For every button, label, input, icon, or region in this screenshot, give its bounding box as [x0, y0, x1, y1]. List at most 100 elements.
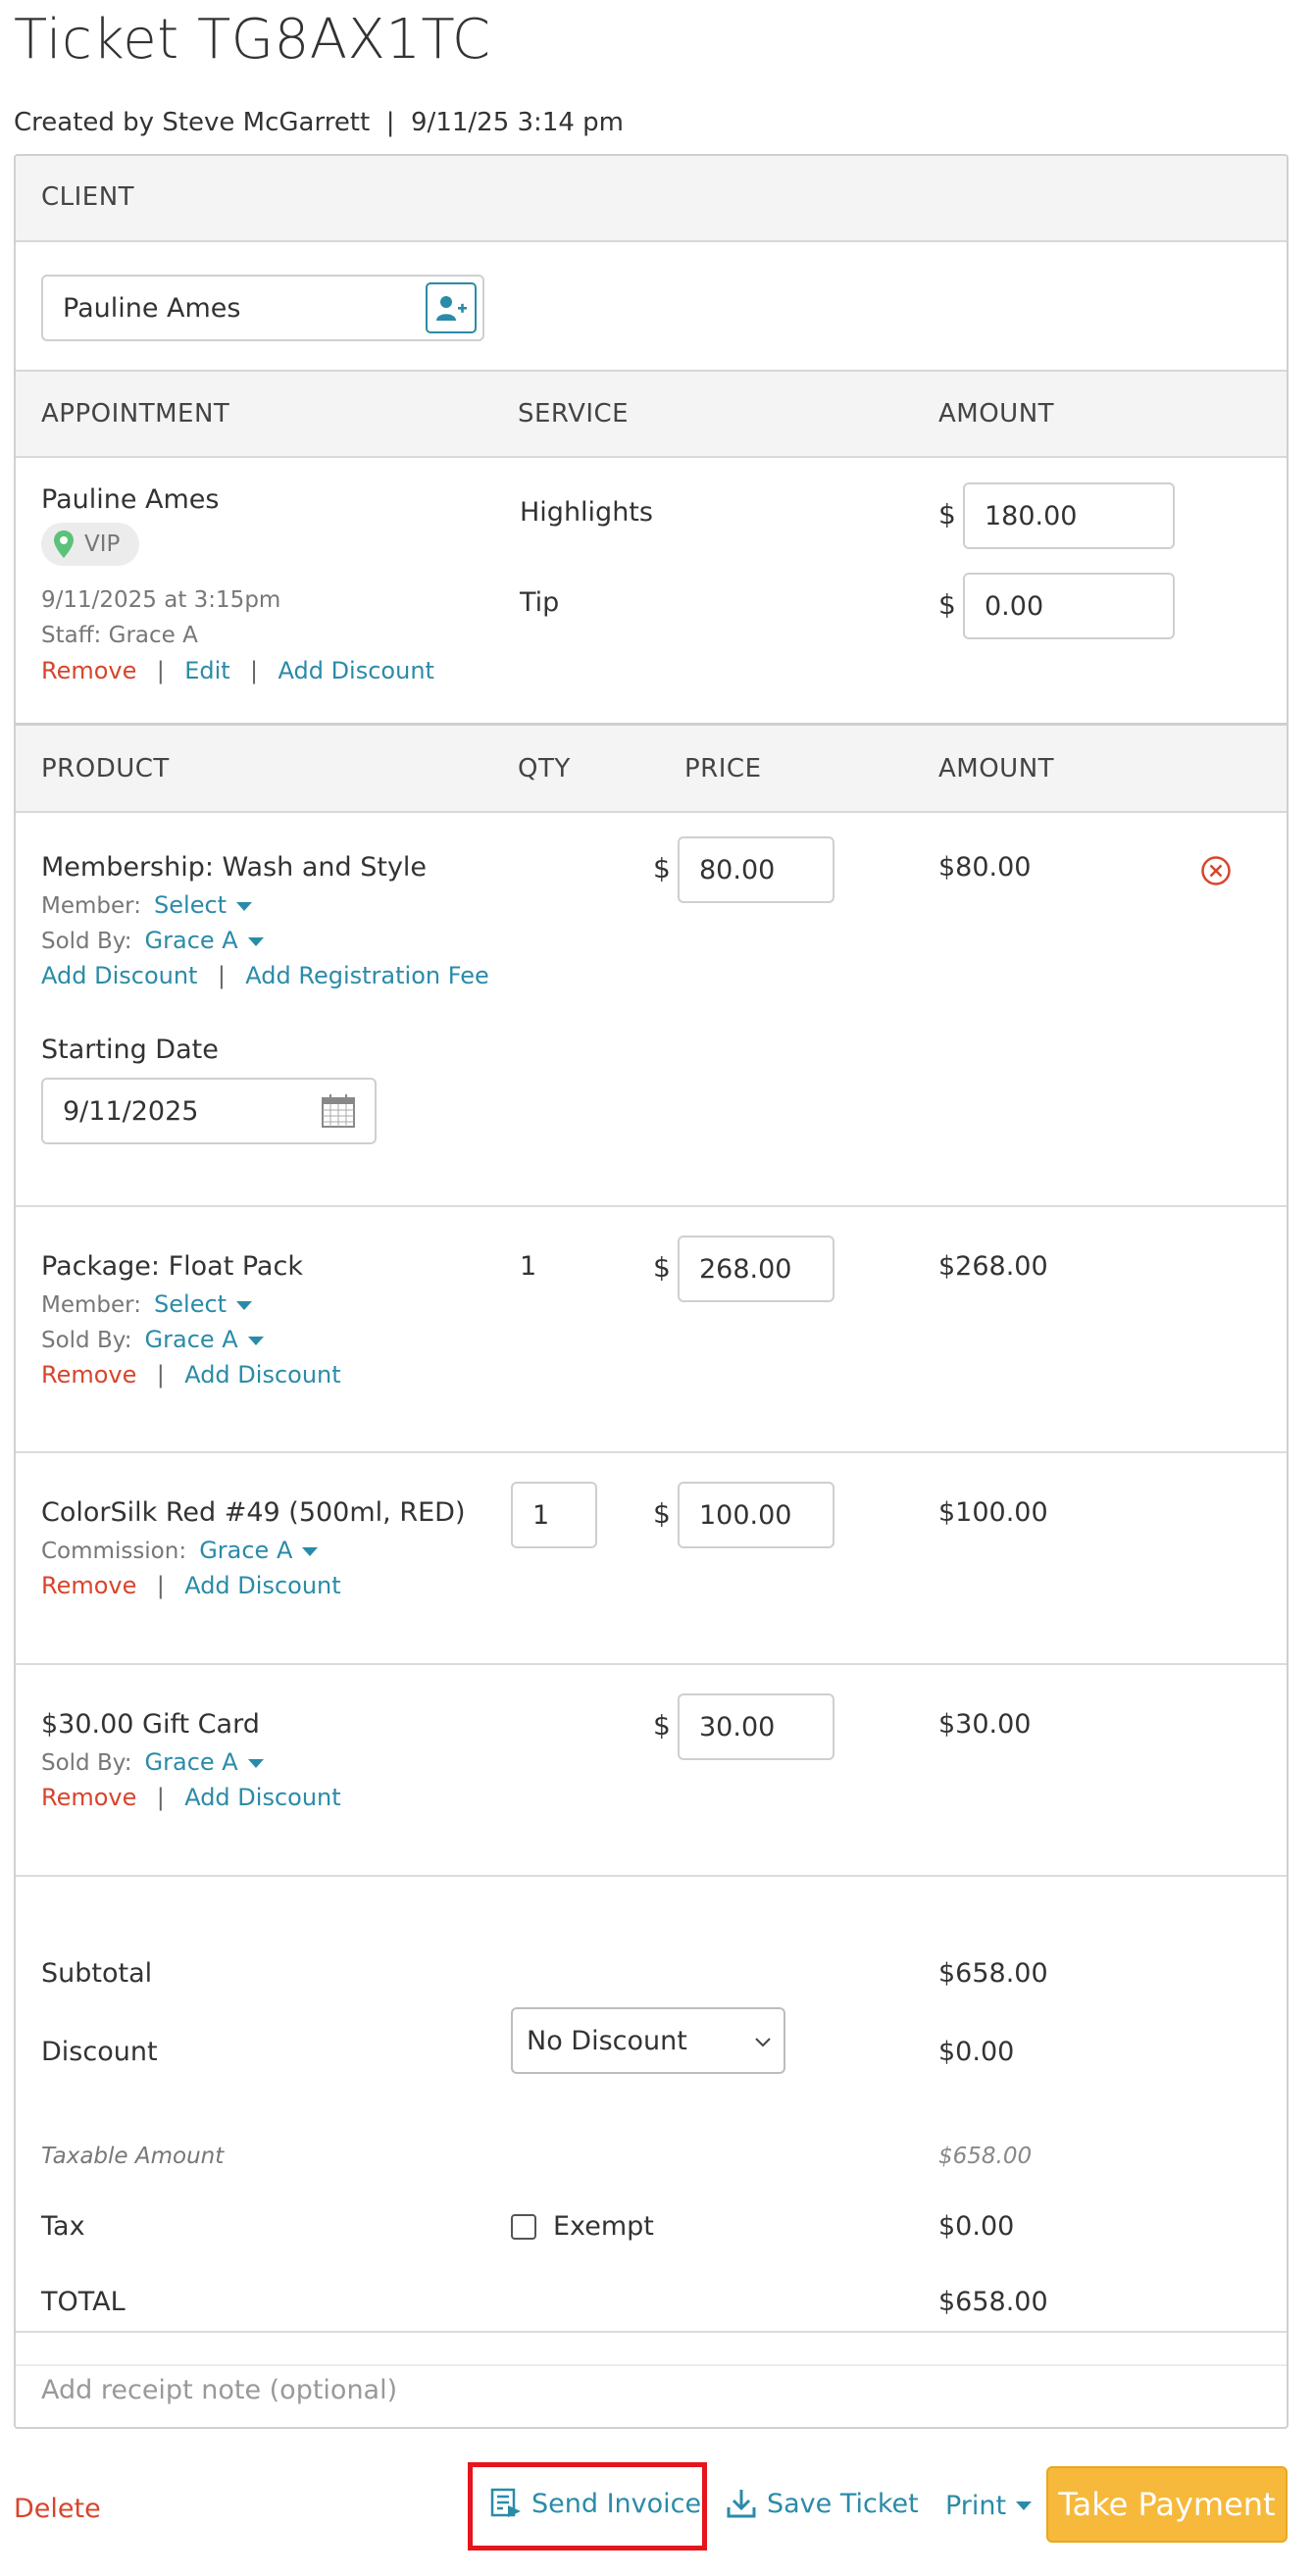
starting-date-label: Starting Date — [41, 1035, 219, 1065]
price-input[interactable]: 100.00 — [678, 1482, 834, 1548]
calendar-icon[interactable] — [322, 1094, 355, 1128]
sold-by-row: Sold By: Grace A — [41, 1326, 264, 1353]
separator: | — [141, 1784, 180, 1811]
tax-exempt-checkbox[interactable] — [511, 2214, 536, 2240]
chevron-down-icon — [236, 1300, 253, 1310]
add-client-icon[interactable] — [426, 282, 477, 333]
qty-input[interactable]: 1 — [511, 1482, 597, 1548]
currency-symbol: $ — [653, 1497, 671, 1530]
remove-appointment-link[interactable]: Remove — [41, 657, 136, 684]
currency-symbol: $ — [653, 852, 671, 884]
divider — [16, 2364, 1287, 2366]
member-select-dropdown[interactable]: Select — [154, 891, 253, 919]
add-discount-link[interactable]: Add Discount — [184, 1572, 340, 1599]
discount-value: $0.00 — [938, 2037, 1015, 2067]
sold-by-dropdown[interactable]: Grace A — [145, 1326, 264, 1353]
subtotal-value: $658.00 — [938, 1958, 1048, 1989]
line-amount: $30.00 — [938, 1709, 1032, 1740]
qty-col-header: QTY — [518, 753, 571, 783]
print-label: Print — [945, 2491, 1007, 2521]
sold-by-value: Grace A — [144, 1326, 238, 1353]
price-col-header: PRICE — [684, 753, 762, 783]
divider — [16, 1451, 1287, 1453]
tip-amount-input[interactable]: 0.00 — [963, 573, 1175, 639]
client-name-field[interactable]: Pauline Ames — [41, 275, 484, 341]
product-actions: Remove | Add Discount — [41, 1572, 341, 1599]
download-icon — [727, 2490, 756, 2518]
appointment-actions: Remove | Edit | Add Discount — [41, 657, 434, 684]
member-select-dropdown[interactable]: Select — [154, 1290, 253, 1318]
product-amount-col-header: AMOUNT — [938, 753, 1055, 783]
appointment-add-discount-link[interactable]: Add Discount — [278, 657, 433, 684]
add-discount-link[interactable]: Add Discount — [184, 1784, 340, 1811]
remove-link[interactable]: Remove — [41, 1361, 136, 1389]
product-section-header: PRODUCT QTY PRICE AMOUNT — [16, 723, 1287, 813]
tax-exempt-label: Exempt — [553, 2211, 654, 2242]
price-input[interactable]: 80.00 — [678, 836, 834, 903]
sold-by-label: Sold By: — [41, 1328, 132, 1353]
qty-value: 1 — [520, 1251, 537, 1282]
sold-by-dropdown[interactable]: Grace A — [145, 1748, 264, 1776]
member-label: Member: — [41, 1292, 141, 1318]
currency-symbol: $ — [938, 588, 956, 621]
vip-badge-label: VIP — [84, 531, 121, 557]
product-name: Package: Float Pack — [41, 1251, 303, 1282]
product-actions: Remove | Add Discount — [41, 1784, 341, 1811]
product-col-header: PRODUCT — [41, 753, 170, 783]
add-registration-fee-link[interactable]: Add Registration Fee — [245, 962, 488, 989]
separator: | — [141, 657, 180, 684]
remove-link[interactable]: Remove — [41, 1572, 136, 1599]
amount-col-header: AMOUNT — [938, 399, 1055, 429]
product-actions: Remove | Add Discount — [41, 1361, 341, 1389]
appointment-client-name: Pauline Ames — [41, 484, 220, 515]
chevron-down-icon — [1016, 2501, 1033, 2510]
service-name: Highlights — [520, 497, 653, 528]
separator: | — [202, 962, 241, 989]
commission-row: Commission: Grace A — [41, 1537, 319, 1564]
add-discount-link[interactable]: Add Discount — [41, 962, 197, 989]
taxable-amount-value: $658.00 — [938, 2144, 1033, 2169]
chevron-down-icon — [247, 1336, 264, 1345]
sold-by-label: Sold By: — [41, 1750, 132, 1776]
created-info: Created by Steve McGarrett | 9/11/25 3:1… — [14, 108, 624, 137]
divider — [16, 1875, 1287, 1877]
save-ticket-label: Save Ticket — [767, 2488, 919, 2519]
appointment-staff: Staff: Grace A — [41, 623, 198, 648]
delete-button[interactable]: Delete — [14, 2494, 101, 2524]
sold-by-dropdown[interactable]: Grace A — [145, 927, 264, 954]
location-pin-icon — [54, 530, 74, 558]
product-actions: Add Discount | Add Registration Fee — [41, 962, 489, 989]
service-amount-input[interactable]: 180.00 — [963, 482, 1175, 549]
add-discount-link[interactable]: Add Discount — [184, 1361, 340, 1389]
save-ticket-button[interactable]: Save Ticket — [726, 2488, 919, 2519]
take-payment-button[interactable]: Take Payment — [1046, 2466, 1288, 2543]
price-input[interactable]: 30.00 — [678, 1693, 834, 1760]
discount-label: Discount — [41, 2037, 158, 2067]
service-col-header: SERVICE — [518, 399, 630, 429]
discount-select-value: No Discount — [527, 2025, 687, 2056]
chevron-down-icon — [247, 1758, 264, 1768]
divider — [16, 2331, 1287, 2333]
appointment-section-header: APPOINTMENT SERVICE AMOUNT — [16, 370, 1287, 458]
print-dropdown-button[interactable]: Print — [945, 2491, 1033, 2521]
product-name: Membership: Wash and Style — [41, 852, 428, 883]
remove-item-icon[interactable] — [1200, 855, 1232, 886]
send-invoice-highlight — [468, 2462, 707, 2551]
chevron-down-icon — [755, 2038, 771, 2047]
starting-date-input[interactable]: 9/11/2025 — [41, 1078, 377, 1144]
product-name: $30.00 Gift Card — [41, 1709, 260, 1740]
client-name-value: Pauline Ames — [63, 292, 241, 324]
edit-appointment-link[interactable]: Edit — [184, 657, 229, 684]
price-input[interactable]: 268.00 — [678, 1236, 834, 1302]
member-select-value: Select — [154, 1290, 227, 1318]
taxable-amount-label: Taxable Amount — [41, 2144, 225, 2169]
receipt-note-input[interactable]: Add receipt note (optional) — [41, 2375, 397, 2405]
remove-link[interactable]: Remove — [41, 1784, 136, 1811]
separator: | — [234, 657, 274, 684]
discount-select[interactable]: No Discount — [511, 2007, 785, 2074]
commission-value: Grace A — [199, 1537, 293, 1564]
currency-symbol: $ — [653, 1251, 671, 1284]
commission-dropdown[interactable]: Grace A — [199, 1537, 319, 1564]
sold-by-value: Grace A — [144, 1748, 238, 1776]
member-row: Member: Select — [41, 1290, 253, 1318]
